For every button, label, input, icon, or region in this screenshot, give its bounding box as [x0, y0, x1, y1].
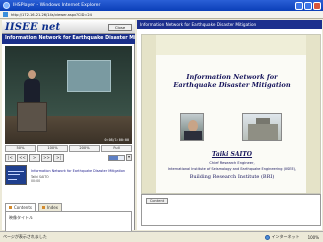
thumbnail-time: 00:00: [31, 179, 41, 183]
slide-title-line1: Information Network for: [186, 73, 278, 81]
skip-start-button[interactable]: |<: [5, 153, 16, 162]
iisee-logo: IISEE net: [5, 22, 61, 33]
volume-slider[interactable]: [108, 154, 125, 161]
playback-controls: |< << > >> >| ▾: [5, 153, 132, 162]
slide-author: Taiki SAITO: [211, 151, 253, 158]
security-zone: インターネット: [264, 234, 300, 240]
panel-tabs: Contents Index: [5, 203, 132, 212]
thumb-line: [8, 174, 20, 175]
video-frame[interactable]: 0:08/1:00:00: [5, 46, 132, 144]
slide-top-band: [142, 35, 320, 55]
title-bar: IHSPlayer - Windows Internet Explorer: [0, 0, 323, 11]
projector-screen: [67, 60, 111, 92]
volume-fill: [109, 155, 118, 160]
zoom-bar: 50% 100% 200% Full: [5, 145, 132, 152]
player-panel: IISEE net Close Information Network for …: [2, 20, 135, 242]
zoom-100-button[interactable]: 100%: [37, 145, 68, 152]
slide-institute: Building Research Institute (BRI): [189, 174, 275, 180]
browser-window: IHSPlayer - Windows Internet Explorer ht…: [0, 0, 323, 242]
fast-forward-button[interactable]: >>: [41, 153, 52, 162]
close-icon[interactable]: [313, 1, 321, 10]
building-photo: [242, 113, 282, 141]
play-button[interactable]: >: [29, 153, 40, 162]
tab-index-label: Index: [47, 205, 59, 210]
minimize-icon[interactable]: [295, 1, 303, 10]
content-button[interactable]: Content: [146, 198, 168, 204]
status-text: ページが表示されました: [3, 234, 47, 239]
podium: [17, 102, 47, 132]
slide-role: Chief Research Engineer,: [209, 161, 255, 165]
url-text[interactable]: http://172.16.21.26/14s/viewer.aspx?CID=…: [11, 13, 92, 17]
index-icon: [42, 206, 45, 209]
status-bar: ページが表示されました インターネット 100%: [0, 231, 323, 242]
volume-dropdown-icon[interactable]: ▾: [126, 154, 132, 161]
window-controls: [295, 1, 321, 10]
video-title-label: 映像タイトル: [9, 215, 33, 220]
globe-icon: [264, 234, 270, 240]
ie-logo-icon: [3, 2, 10, 9]
address-bar[interactable]: http://172.16.21.26/14s/viewer.aspx?CID=…: [0, 11, 323, 19]
zoom-level[interactable]: 100%: [308, 235, 319, 240]
close-button[interactable]: Close: [108, 24, 132, 31]
tab-contents-label: Contents: [14, 205, 32, 210]
zone-label: インターネット: [271, 234, 300, 239]
contents-icon: [9, 206, 12, 209]
presenter-head: [28, 70, 36, 79]
page-icon: [3, 12, 8, 17]
zoom-50-button[interactable]: 50%: [5, 145, 36, 152]
window-title: IHSPlayer - Windows Internet Explorer: [13, 3, 101, 8]
slide-title: Information Network for Earthquake Disas…: [156, 73, 308, 90]
thumb-line: [8, 179, 17, 180]
slide-header: Information Network for Earthquake Disas…: [137, 20, 322, 29]
iisee-logo-bar: IISEE net Close: [2, 20, 135, 34]
skip-end-button[interactable]: >|: [53, 153, 64, 162]
slide-title-line2: Earthquake Disaster Mitigation: [173, 81, 291, 90]
tab-index[interactable]: Index: [38, 203, 63, 211]
video-timecode: 0:08/1:00:00: [104, 138, 130, 142]
thumb-line: [8, 171, 24, 172]
slide-thumbnail[interactable]: [5, 165, 27, 185]
zoom-full-button[interactable]: Full: [101, 145, 132, 152]
zoom-200-button[interactable]: 200%: [69, 145, 100, 152]
maximize-icon[interactable]: [304, 1, 312, 10]
presenter-photo: [180, 113, 204, 141]
rewind-button[interactable]: <<: [17, 153, 28, 162]
slide-panel: Information Network for Earthquake Disas…: [137, 20, 322, 230]
contents-box: Content: [141, 194, 321, 226]
player-subtitle: Information Network for Earthquake Disas…: [2, 34, 135, 44]
photo-suit: [184, 131, 202, 140]
slide-thumbnail-row[interactable]: Information Network for Earthquake Disas…: [5, 165, 132, 187]
slide: Information Network for Earthquake Disas…: [141, 34, 321, 194]
thumbnail-caption: Information Network for Earthquake Disas…: [31, 169, 126, 173]
slide-affiliation: International Institute of Seismology an…: [167, 167, 297, 171]
tab-contents[interactable]: Contents: [5, 203, 36, 211]
building-base: [248, 124, 278, 140]
